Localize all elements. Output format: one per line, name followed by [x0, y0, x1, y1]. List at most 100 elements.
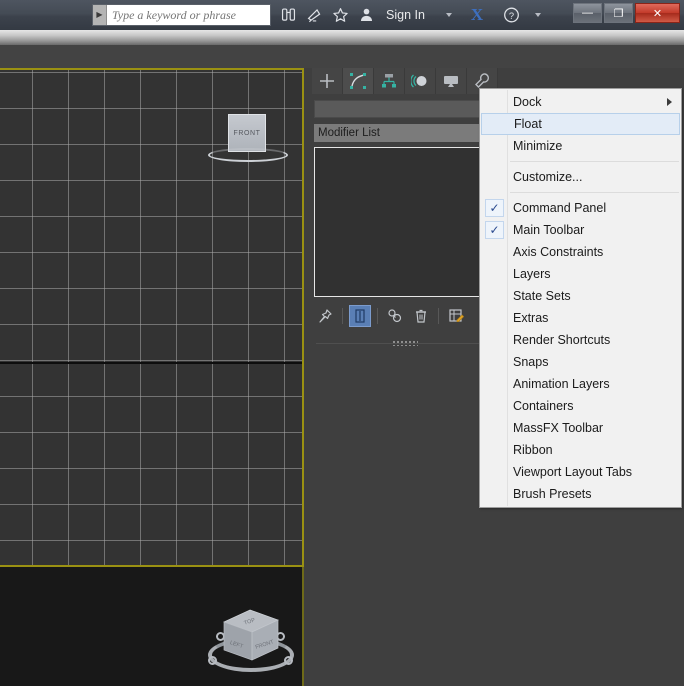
menu-item-massfx-toolbar[interactable]: MassFX Toolbar — [480, 417, 681, 439]
toolbar-empty-area — [0, 45, 684, 68]
modifier-list-dropdown[interactable]: Modifier List — [314, 124, 496, 142]
check-icon: ✓ — [485, 221, 504, 239]
toolbar-separator — [342, 308, 343, 324]
search-input[interactable] — [107, 5, 270, 25]
check-icon: ✓ — [485, 199, 504, 217]
command-panel: Modifier List — [310, 68, 500, 686]
menu-item-ribbon[interactable]: Ribbon — [480, 439, 681, 461]
pin-icon — [317, 308, 333, 324]
menu-item-label: Axis Constraints — [513, 245, 603, 259]
modifier-stack-toolbar — [314, 303, 496, 329]
menu-item-brush-presets[interactable]: Brush Presets — [480, 483, 681, 505]
satellite-dish-icon[interactable] — [306, 6, 323, 24]
help-question-icon[interactable]: ? — [503, 6, 520, 24]
viewcube-3d[interactable]: TOP LEFT FRONT — [204, 602, 300, 680]
display-monitor-icon — [442, 72, 460, 90]
sign-in-label[interactable]: Sign In — [386, 8, 425, 22]
menu-item-extras[interactable]: Extras — [480, 307, 681, 329]
create-tab[interactable] — [312, 68, 343, 94]
window-controls: — ❐ ✕ — [573, 3, 680, 23]
menu-item-containers[interactable]: Containers — [480, 395, 681, 417]
menu-item-command-panel[interactable]: ✓ Command Panel — [480, 197, 681, 219]
modifier-stack-list[interactable] — [314, 147, 496, 297]
toolbar-context-menu: Dock Float Minimize Customize... ✓ Command Pa… — [479, 88, 682, 508]
menu-item-label: Animation Layers — [513, 377, 610, 391]
modify-curve-icon — [349, 72, 367, 90]
menu-item-label: Brush Presets — [513, 487, 592, 501]
menu-item-snaps[interactable]: Snaps — [480, 351, 681, 373]
menu-item-label: Float — [514, 117, 542, 131]
binoculars-icon[interactable] — [280, 6, 297, 24]
menu-item-label: Customize... — [513, 170, 582, 184]
viewcube-front[interactable]: FRONT — [228, 114, 266, 152]
viewcube-cube-icon[interactable]: TOP LEFT FRONT — [204, 602, 300, 680]
restore-button[interactable]: ❐ — [604, 3, 633, 23]
object-name-row — [310, 94, 500, 120]
viewcube-compass-ring-icon[interactable] — [208, 148, 288, 162]
menu-item-label: Snaps — [513, 355, 548, 369]
modify-tab[interactable] — [343, 68, 374, 94]
grip-dots-icon — [392, 340, 418, 346]
plus-icon — [318, 72, 336, 90]
search-box[interactable]: ▶ — [92, 4, 271, 26]
menu-item-label: MassFX Toolbar — [513, 421, 603, 435]
show-end-result-button[interactable] — [349, 305, 371, 327]
show-end-result-icon — [353, 309, 367, 323]
panel-resize-grip[interactable] — [316, 339, 494, 348]
menu-item-label: Main Toolbar — [513, 223, 584, 237]
motion-circle-icon — [411, 72, 429, 90]
menu-item-label: Ribbon — [513, 443, 553, 457]
trash-icon — [413, 308, 429, 324]
application-window: ▶ Sign In — [0, 0, 684, 686]
toolbar-separator-2 — [377, 308, 378, 324]
brand-logo-icon[interactable]: X — [471, 5, 482, 25]
menu-item-minimize[interactable]: Minimize — [480, 135, 681, 157]
menu-item-state-sets[interactable]: State Sets — [480, 285, 681, 307]
help-dropdown-icon[interactable] — [535, 13, 541, 17]
menu-item-label: State Sets — [513, 289, 571, 303]
make-unique-button[interactable] — [384, 305, 406, 327]
menu-item-dock[interactable]: Dock — [480, 91, 681, 113]
sign-in-dropdown-icon[interactable] — [446, 13, 452, 17]
configure-modifier-sets-icon — [448, 308, 464, 324]
make-unique-icon — [387, 308, 403, 324]
menu-item-label: Command Panel — [513, 201, 606, 215]
remove-modifier-button[interactable] — [410, 305, 432, 327]
search-dropdown-arrow-icon[interactable]: ▶ — [93, 5, 107, 25]
menu-separator — [510, 161, 679, 162]
hierarchy-tab[interactable] — [374, 68, 405, 94]
toolbar-gradient-band — [0, 30, 684, 45]
title-bar-icon-group: Sign In X ? — [280, 5, 541, 25]
menu-separator — [510, 192, 679, 193]
viewport-horizon-axis — [0, 362, 302, 364]
menu-item-viewport-layout-tabs[interactable]: Viewport Layout Tabs — [480, 461, 681, 483]
menu-item-layers[interactable]: Layers — [480, 263, 681, 285]
menu-item-render-shortcuts[interactable]: Render Shortcuts — [480, 329, 681, 351]
configure-sets-button[interactable] — [445, 305, 467, 327]
display-tab[interactable] — [436, 68, 467, 94]
menu-item-float[interactable]: Float — [481, 113, 680, 135]
menu-item-main-toolbar[interactable]: ✓ Main Toolbar — [480, 219, 681, 241]
toolbar-separator-3 — [438, 308, 439, 324]
submenu-arrow-icon — [667, 98, 672, 106]
motion-tab[interactable] — [405, 68, 436, 94]
minimize-button[interactable]: — — [573, 3, 602, 23]
menu-item-label: Minimize — [513, 139, 562, 153]
menu-item-axis-constraints[interactable]: Axis Constraints — [480, 241, 681, 263]
menu-item-label: Extras — [513, 311, 548, 325]
user-account-icon[interactable] — [358, 6, 375, 24]
hierarchy-icon — [380, 72, 398, 90]
menu-item-label: Layers — [513, 267, 551, 281]
pin-stack-button[interactable] — [314, 305, 336, 327]
viewport-front[interactable]: FRONT — [0, 68, 304, 567]
context-menu-items: Dock Float Minimize Customize... ✓ Command Pa… — [480, 91, 681, 505]
object-name-input[interactable] — [314, 100, 482, 118]
viewport-perspective[interactable]: TOP LEFT FRONT — [0, 567, 304, 686]
command-panel-tabs — [310, 68, 500, 94]
menu-item-customize[interactable]: Customize... — [480, 166, 681, 188]
title-bar-left-spacer — [0, 0, 92, 30]
star-favorites-icon[interactable] — [332, 6, 349, 24]
menu-item-animation-layers[interactable]: Animation Layers — [480, 373, 681, 395]
menu-item-label: Containers — [513, 399, 573, 413]
close-button[interactable]: ✕ — [635, 3, 680, 23]
